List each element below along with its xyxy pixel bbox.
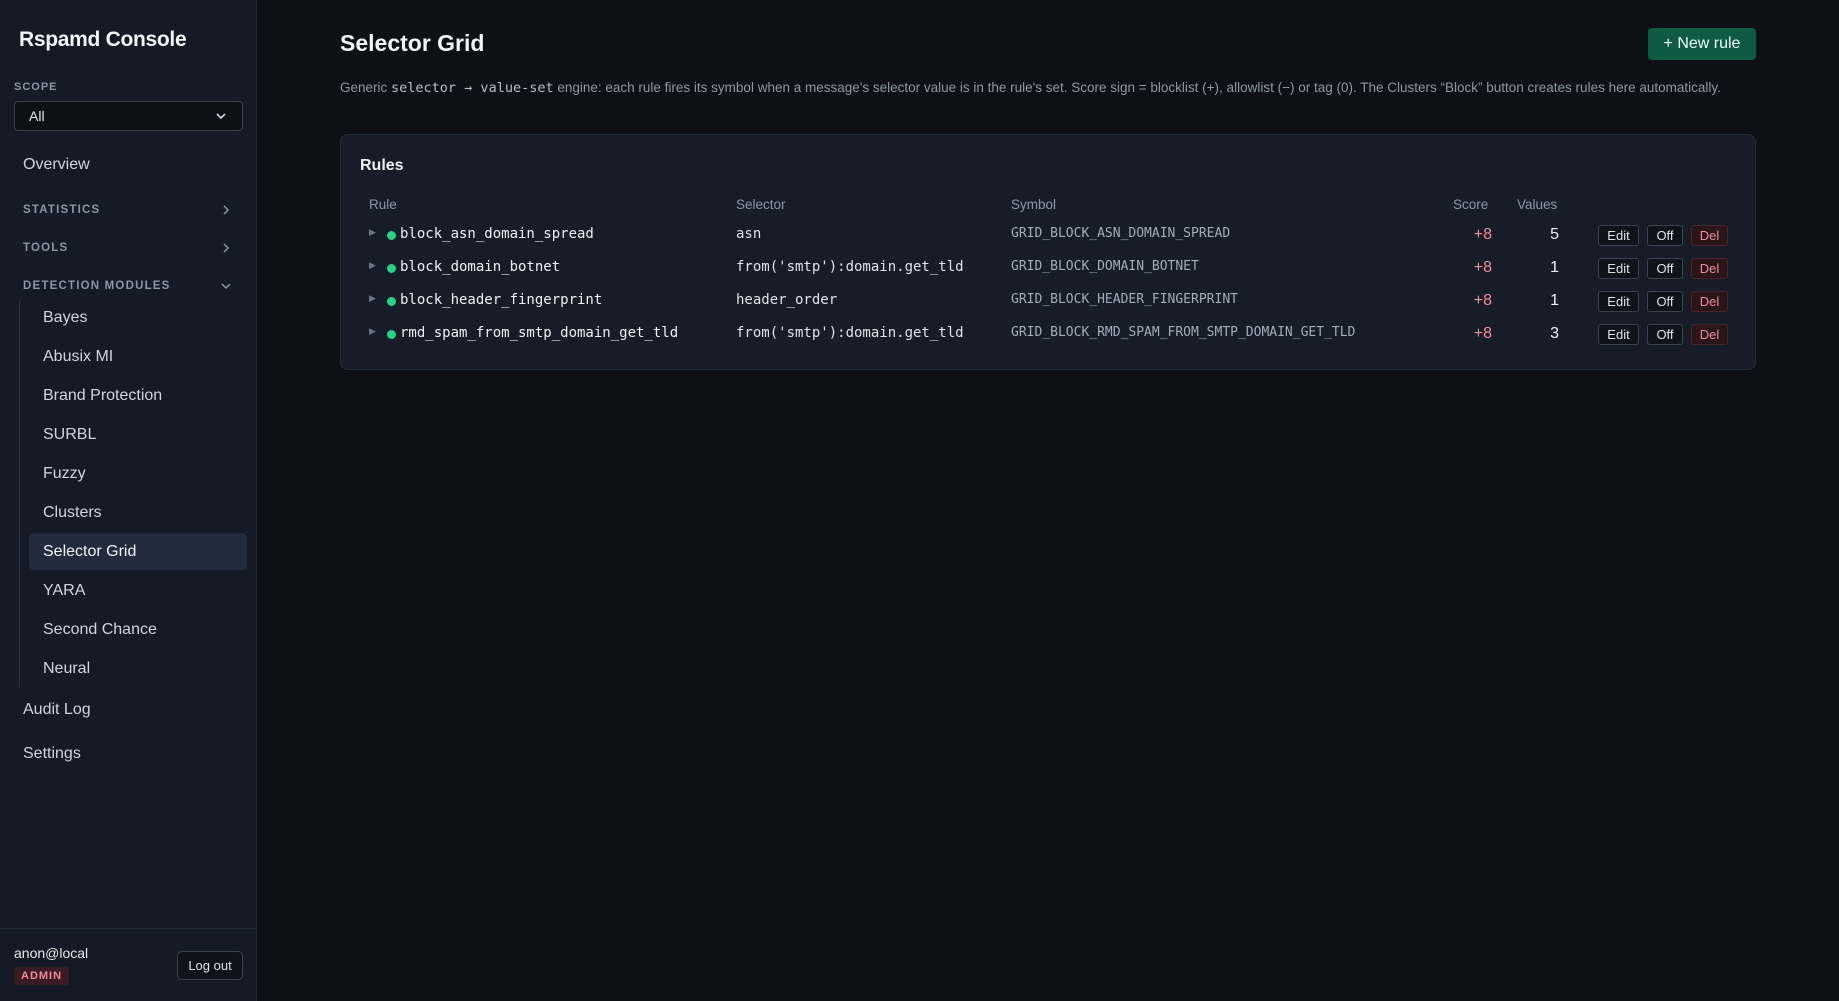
delete-button[interactable]: Del xyxy=(1691,324,1728,345)
scope-select-value: All xyxy=(29,108,45,124)
user-name: anon@local xyxy=(14,945,89,961)
sidebar-item-selector-grid[interactable]: Selector Grid xyxy=(29,533,247,570)
rule-values-count: 1 xyxy=(1550,292,1559,309)
sidebar-item-surbl[interactable]: SURBL xyxy=(29,416,247,453)
edit-button[interactable]: Edit xyxy=(1598,324,1639,345)
rule-name: block_domain_botnet xyxy=(400,259,561,275)
sidebar-item-bayes[interactable]: Bayes xyxy=(29,299,247,336)
rule-symbol: GRID_BLOCK_DOMAIN_BOTNET xyxy=(1011,259,1199,274)
table-row[interactable]: ▶ rmd_spam_from_smtp_domain_get_tld from… xyxy=(341,318,1757,351)
delete-button[interactable]: Del xyxy=(1691,291,1728,312)
triangle-right-icon[interactable]: ▶ xyxy=(369,260,376,271)
nav-section-detection-modules-label: DETECTION MODULES xyxy=(23,280,171,292)
rule-values-count: 5 xyxy=(1550,226,1559,243)
delete-button[interactable]: Del xyxy=(1691,225,1728,246)
role-badge: ADMIN xyxy=(14,967,70,985)
logout-button[interactable]: Log out xyxy=(177,951,243,980)
sidebar-item-neural[interactable]: Neural xyxy=(29,650,247,687)
sidebar-item-fuzzy[interactable]: Fuzzy xyxy=(29,455,247,492)
chevron-right-icon xyxy=(219,203,233,217)
page-description: Generic selector → value-set engine: eac… xyxy=(340,78,1760,98)
column-header-symbol: Symbol xyxy=(1011,197,1057,212)
nav-section-detection-modules[interactable]: DETECTION MODULES xyxy=(23,279,233,293)
rule-name: rmd_spam_from_smtp_domain_get_tld xyxy=(400,325,679,341)
rule-score: +8 xyxy=(1473,259,1492,276)
sidebar-item-second-chance[interactable]: Second Chance xyxy=(29,611,247,648)
rule-symbol: GRID_BLOCK_HEADER_FINGERPRINT xyxy=(1011,292,1238,307)
brand-title: Rspamd Console xyxy=(19,28,187,51)
sidebar-item-brand-protection[interactable]: Brand Protection xyxy=(29,377,247,414)
scope-label: SCOPE xyxy=(14,81,58,93)
sidebar-item-abusix-mi[interactable]: Abusix MI xyxy=(29,338,247,375)
off-button[interactable]: Off xyxy=(1647,225,1683,246)
table-row[interactable]: ▶ block_domain_botnet from('smtp'):domai… xyxy=(341,252,1757,285)
description-code: selector → value-set xyxy=(391,80,554,96)
nav-section-tools[interactable]: TOOLS xyxy=(23,241,233,255)
sidebar-footer: anon@local ADMIN Log out xyxy=(0,928,257,1001)
rules-card-title: Rules xyxy=(360,157,404,174)
chevron-right-icon xyxy=(219,241,233,255)
rule-symbol: GRID_BLOCK_RMD_SPAM_FROM_SMTP_DOMAIN_GET… xyxy=(1011,325,1356,340)
page-title: Selector Grid xyxy=(340,30,485,56)
status-dot-icon xyxy=(387,297,396,306)
rule-score: +8 xyxy=(1473,226,1492,243)
nav-section-tools-label: TOOLS xyxy=(23,242,69,254)
off-button[interactable]: Off xyxy=(1647,324,1683,345)
triangle-right-icon[interactable]: ▶ xyxy=(369,227,376,238)
sidebar-item-clusters[interactable]: Clusters xyxy=(29,494,247,531)
table-row[interactable]: ▶ block_header_fingerprint header_order … xyxy=(341,285,1757,318)
rule-values-count: 3 xyxy=(1550,325,1559,342)
off-button[interactable]: Off xyxy=(1647,291,1683,312)
column-header-score: Score xyxy=(1453,197,1489,212)
nav-audit-log[interactable]: Audit Log xyxy=(23,701,91,719)
triangle-right-icon[interactable]: ▶ xyxy=(369,293,376,304)
description-prefix: Generic xyxy=(340,80,392,95)
sidebar: Rspamd Console SCOPE All Overview STATIS… xyxy=(0,0,257,1001)
nav-section-statistics[interactable]: STATISTICS xyxy=(23,203,233,217)
rule-selector: header_order xyxy=(736,292,838,308)
table-row[interactable]: ▶ block_asn_domain_spread asn GRID_BLOCK… xyxy=(341,219,1757,252)
status-dot-icon xyxy=(387,330,396,339)
column-header-values: Values xyxy=(1517,197,1558,212)
scope-select[interactable]: All xyxy=(14,101,243,131)
edit-button[interactable]: Edit xyxy=(1598,258,1639,279)
column-header-rule: Rule xyxy=(369,197,397,212)
delete-button[interactable]: Del xyxy=(1691,258,1728,279)
nav-settings[interactable]: Settings xyxy=(23,745,81,763)
edit-button[interactable]: Edit xyxy=(1598,291,1639,312)
sidebar-item-yara[interactable]: YARA xyxy=(29,572,247,609)
column-header-selector: Selector xyxy=(736,197,786,212)
status-dot-icon xyxy=(387,264,396,273)
rule-values-count: 1 xyxy=(1550,259,1559,276)
rule-score: +8 xyxy=(1473,292,1492,309)
rule-score: +8 xyxy=(1473,325,1492,342)
description-suffix: engine: each rule fires its symbol when … xyxy=(553,80,1721,95)
nav-section-statistics-label: STATISTICS xyxy=(23,204,101,216)
rule-symbol: GRID_BLOCK_ASN_DOMAIN_SPREAD xyxy=(1011,226,1231,241)
off-button[interactable]: Off xyxy=(1647,258,1683,279)
new-rule-button[interactable]: + New rule xyxy=(1648,28,1756,60)
triangle-right-icon[interactable]: ▶ xyxy=(369,326,376,337)
rule-name: block_asn_domain_spread xyxy=(400,226,594,242)
rules-card: Rules Rule Selector Symbol Score Values … xyxy=(340,134,1756,370)
chevron-down-icon xyxy=(214,109,228,123)
rule-selector: from('smtp'):domain.get_tld xyxy=(736,325,964,341)
edit-button[interactable]: Edit xyxy=(1598,225,1639,246)
modules-tree-line xyxy=(19,300,20,687)
rule-name: block_header_fingerprint xyxy=(400,292,603,308)
rule-selector: from('smtp'):domain.get_tld xyxy=(736,259,964,275)
chevron-down-icon xyxy=(219,279,233,293)
status-dot-icon xyxy=(387,231,396,240)
rule-selector: asn xyxy=(736,226,762,242)
nav-overview[interactable]: Overview xyxy=(23,156,90,174)
